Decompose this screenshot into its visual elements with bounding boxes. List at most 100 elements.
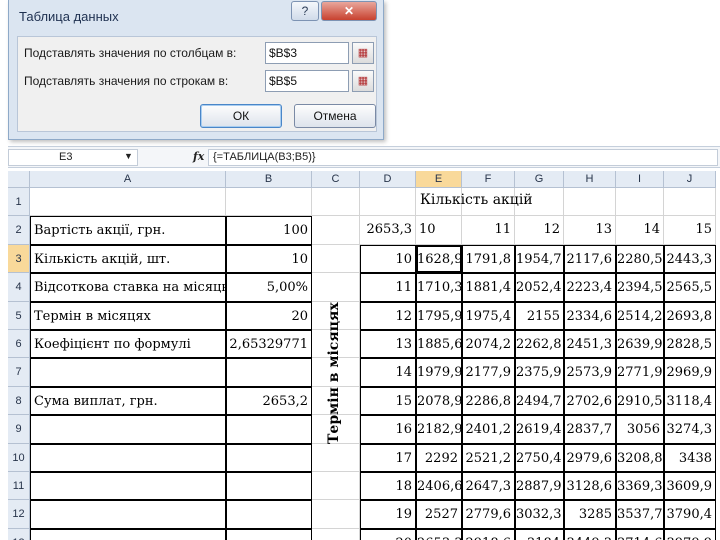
table-result-cell[interactable]: 2262,8 <box>515 330 564 359</box>
parameter-label[interactable]: Термін в місяцях <box>30 301 226 330</box>
chevron-down-icon[interactable]: ▼ <box>124 151 133 161</box>
table-result-cell[interactable]: 2514,2 <box>616 301 664 330</box>
table-result-cell[interactable]: 2527 <box>416 500 462 529</box>
cell[interactable] <box>30 188 226 217</box>
column-header-j[interactable]: J <box>664 171 716 188</box>
table-result-cell[interactable]: 1628,9 <box>416 244 462 274</box>
empty-bordered-cell[interactable] <box>30 443 226 472</box>
table-result-cell[interactable]: 2647,3 <box>462 472 515 501</box>
column-input-cell-field[interactable] <box>265 42 349 64</box>
column-header-f[interactable]: F <box>462 171 515 188</box>
row-header-9[interactable]: 9 <box>8 415 30 444</box>
row-header-2[interactable]: 2 <box>8 216 30 245</box>
table-result-cell[interactable]: 1975,4 <box>462 301 515 330</box>
table-result-cell[interactable]: 3184 <box>515 528 564 540</box>
function-icon[interactable]: fx <box>193 150 204 163</box>
table-result-cell[interactable]: 2837,7 <box>564 415 616 444</box>
table-result-cell[interactable]: 3369,3 <box>616 472 664 501</box>
table-result-cell[interactable]: 2401,2 <box>462 415 515 444</box>
parameter-label[interactable]: Коефіцієнт по формулі <box>30 330 226 359</box>
table-result-cell[interactable]: 2887,9 <box>515 472 564 501</box>
table-result-cell[interactable]: 2918,6 <box>462 528 515 540</box>
table-result-cell[interactable]: 2074,2 <box>462 330 515 359</box>
cell[interactable] <box>312 216 360 245</box>
table-result-cell[interactable]: 2292 <box>416 443 462 472</box>
cell[interactable] <box>312 188 360 217</box>
table-result-cell[interactable]: 2443,3 <box>664 244 716 274</box>
shares-count-value[interactable]: 11 <box>462 216 515 245</box>
row-header-4[interactable]: 4 <box>8 273 30 302</box>
column-range-select-icon[interactable]: ▦ <box>352 42 374 64</box>
term-value[interactable]: 12 <box>360 301 416 330</box>
table-result-cell[interactable]: 2910,5 <box>616 386 664 416</box>
column-header-b[interactable]: B <box>226 171 312 188</box>
table-result-cell[interactable]: 3979,9 <box>664 528 716 540</box>
column-header-a[interactable]: A <box>30 171 226 188</box>
term-value[interactable]: 11 <box>360 273 416 302</box>
table-result-cell[interactable]: 2573,9 <box>564 358 616 387</box>
term-value[interactable]: 13 <box>360 330 416 359</box>
cell[interactable] <box>312 443 360 472</box>
table-result-cell[interactable]: 2779,6 <box>462 500 515 529</box>
term-value[interactable]: 15 <box>360 386 416 416</box>
table-result-cell[interactable]: 2639,9 <box>616 330 664 359</box>
table-result-cell[interactable]: 2771,9 <box>616 358 664 387</box>
empty-bordered-cell[interactable] <box>30 358 226 387</box>
name-box[interactable]: E3 <box>8 149 138 166</box>
table-result-cell[interactable]: 2223,4 <box>564 273 616 302</box>
row-header-8[interactable]: 8 <box>8 386 30 416</box>
table-result-cell[interactable]: 2451,3 <box>564 330 616 359</box>
shares-count-value[interactable]: 13 <box>564 216 616 245</box>
table-result-cell[interactable]: 3208,8 <box>616 443 664 472</box>
column-header-h[interactable]: H <box>564 171 616 188</box>
cell[interactable] <box>226 188 312 217</box>
shares-count-value[interactable]: 10 <box>416 216 462 245</box>
term-value[interactable]: 19 <box>360 500 416 529</box>
empty-bordered-cell[interactable] <box>226 500 312 529</box>
table-result-cell[interactable]: 2155 <box>515 301 564 330</box>
table-result-cell[interactable]: 1954,7 <box>515 244 564 274</box>
parameter-label[interactable]: Вартість акції, грн. <box>30 216 226 245</box>
table-result-cell[interactable]: 1791,8 <box>462 244 515 274</box>
table-result-cell[interactable]: 3285 <box>564 500 616 529</box>
cell[interactable] <box>312 500 360 529</box>
parameter-value[interactable]: 5,00% <box>226 273 312 302</box>
table-result-cell[interactable]: 2286,8 <box>462 386 515 416</box>
shares-count-value[interactable]: 15 <box>664 216 716 245</box>
parameter-value[interactable]: 2,65329771 <box>226 330 312 359</box>
table-result-cell[interactable]: 2078,9 <box>416 386 462 416</box>
column-header-i[interactable]: I <box>616 171 664 188</box>
table-result-cell[interactable]: 2052,4 <box>515 273 564 302</box>
table-result-cell[interactable]: 2394,5 <box>616 273 664 302</box>
empty-bordered-cell[interactable] <box>30 415 226 444</box>
empty-bordered-cell[interactable] <box>226 443 312 472</box>
row-header-12[interactable]: 12 <box>8 500 30 529</box>
empty-bordered-cell[interactable] <box>30 500 226 529</box>
row-header-11[interactable]: 11 <box>8 472 30 501</box>
table-result-cell[interactable]: 2693,8 <box>664 301 716 330</box>
select-all-corner[interactable] <box>8 171 30 188</box>
row-header-10[interactable]: 10 <box>8 443 30 472</box>
parameter-value[interactable]: 20 <box>226 301 312 330</box>
table-result-cell[interactable]: 3128,6 <box>564 472 616 501</box>
column-header-d[interactable]: D <box>360 171 416 188</box>
table-result-cell[interactable]: 3714,6 <box>616 528 664 540</box>
shares-count-value[interactable]: 14 <box>616 216 664 245</box>
term-value[interactable]: 14 <box>360 358 416 387</box>
table-result-cell[interactable]: 2969,9 <box>664 358 716 387</box>
term-value[interactable]: 10 <box>360 244 416 274</box>
table-result-cell[interactable]: 1979,9 <box>416 358 462 387</box>
table-result-cell[interactable]: 1710,3 <box>416 273 462 302</box>
table-result-cell[interactable]: 3609,9 <box>664 472 716 501</box>
row-header-3[interactable]: 3 <box>8 244 30 274</box>
column-header-e[interactable]: E <box>416 171 462 188</box>
empty-bordered-cell[interactable] <box>226 472 312 501</box>
shares-count-value[interactable]: 12 <box>515 216 564 245</box>
cell[interactable] <box>312 528 360 540</box>
table-result-cell[interactable]: 1885,6 <box>416 330 462 359</box>
empty-bordered-cell[interactable] <box>226 415 312 444</box>
help-button[interactable]: ? <box>291 1 319 21</box>
empty-bordered-cell[interactable] <box>226 528 312 540</box>
column-header-c[interactable]: C <box>312 171 360 188</box>
row-header-13[interactable]: 13 <box>8 528 30 540</box>
